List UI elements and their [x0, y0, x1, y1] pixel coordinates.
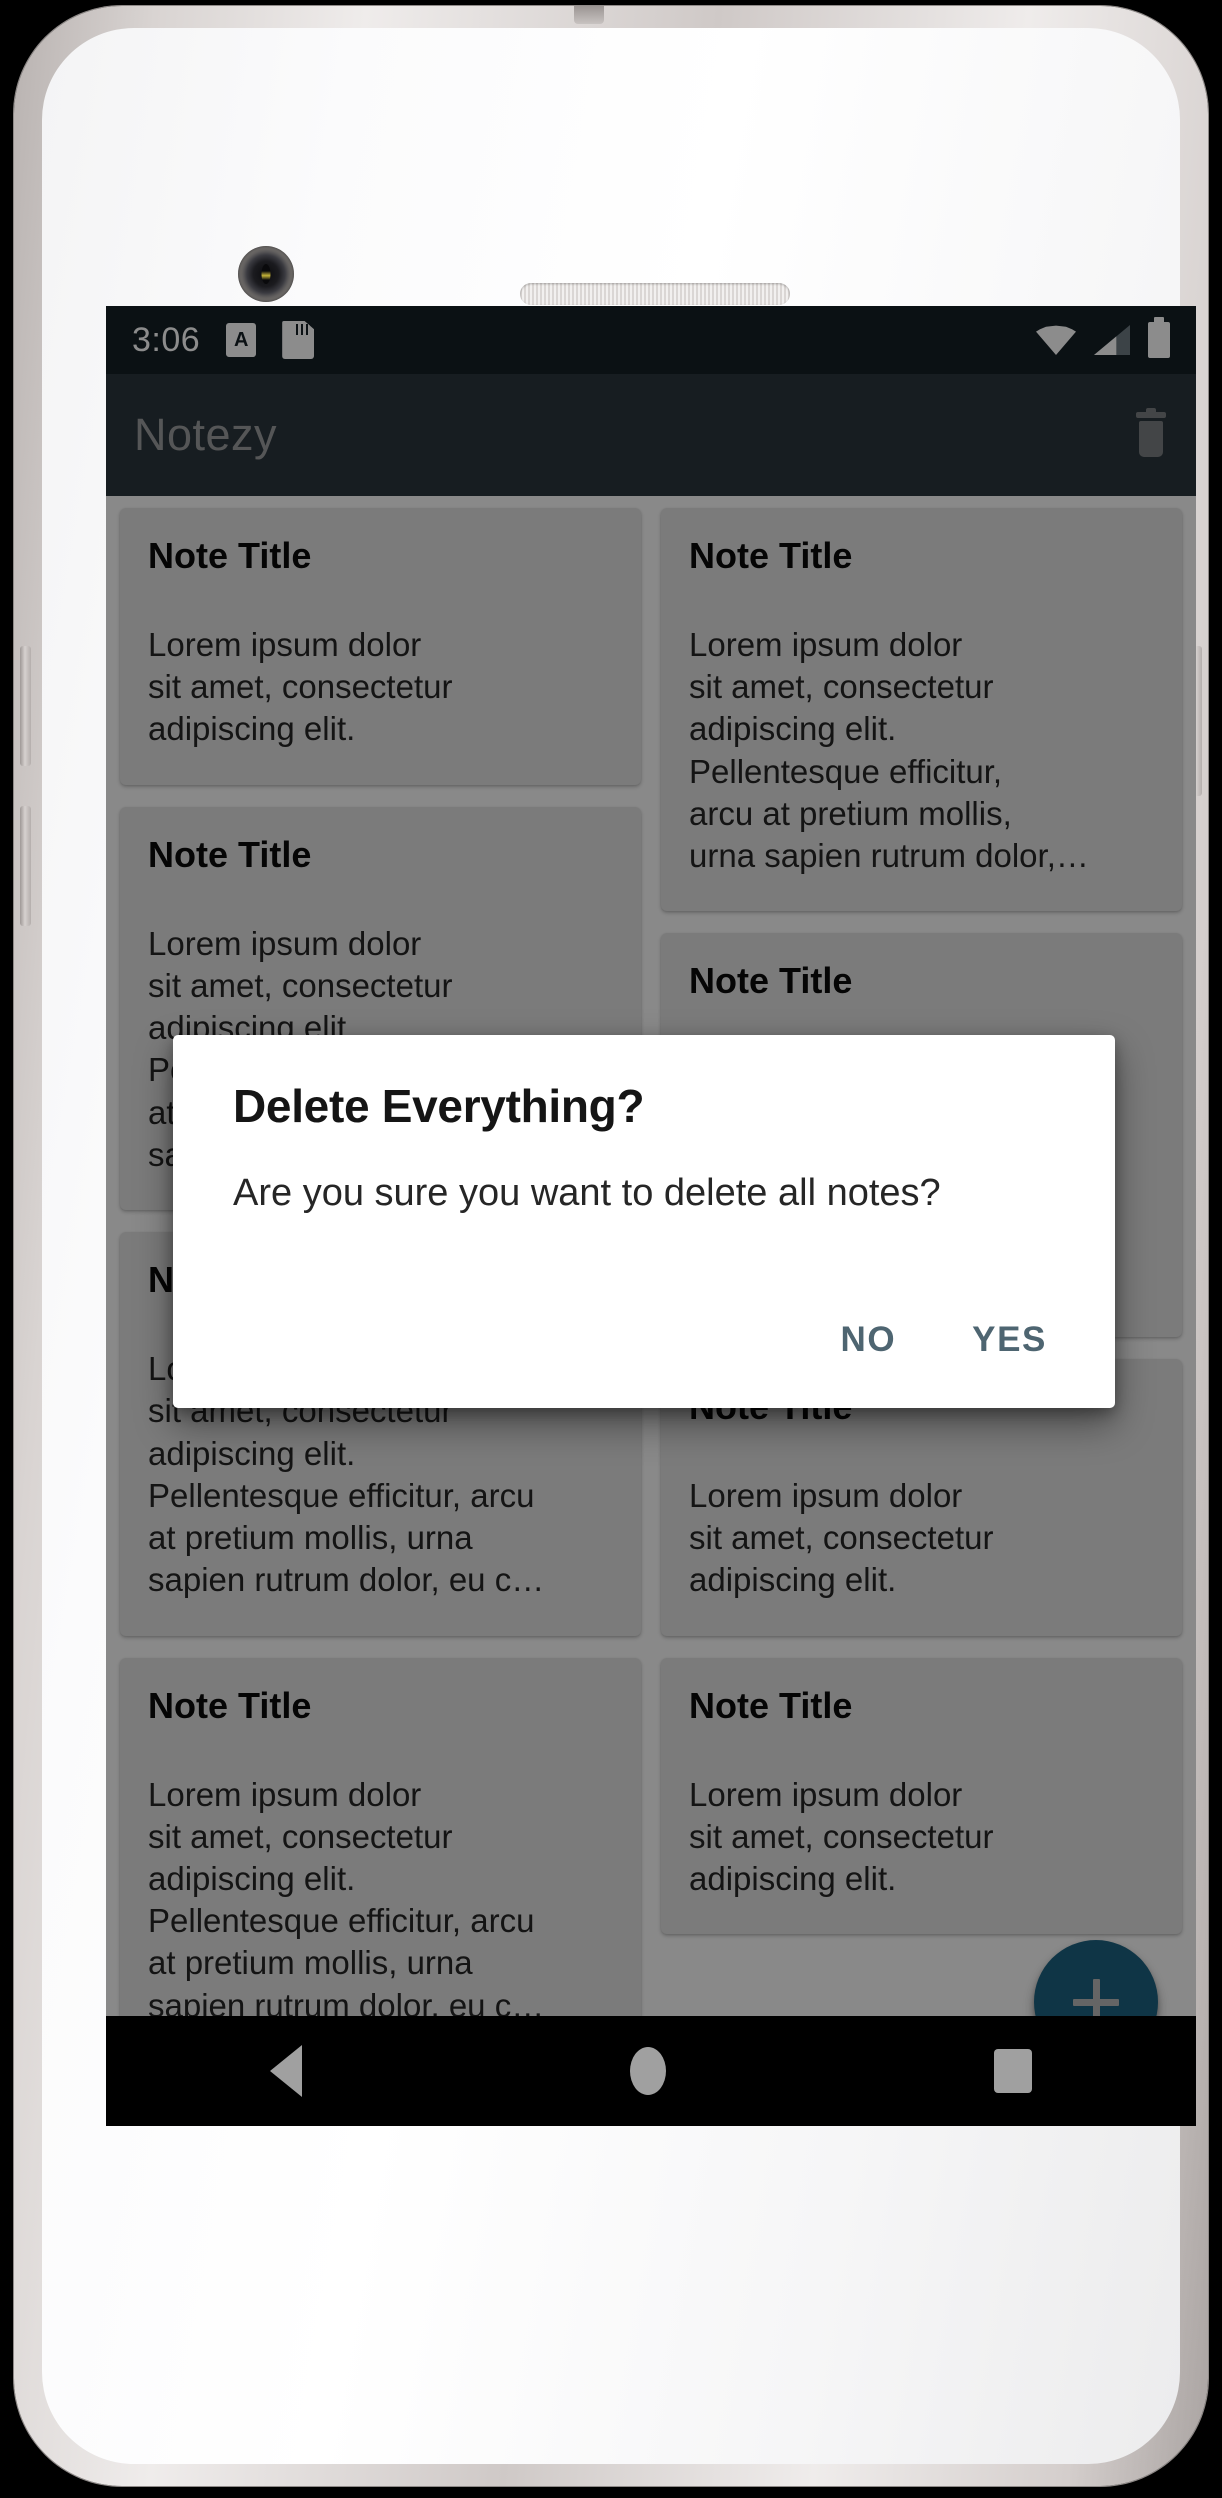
- dialog-no-button[interactable]: NO: [816, 1306, 920, 1374]
- screenshot-stage: 3:06 A Notezy Note Title Lorem ipsum dol…: [0, 0, 1222, 2498]
- phone-body: 3:06 A Notezy Note Title Lorem ipsum dol…: [42, 28, 1196, 2464]
- system-navigation-bar: [106, 2016, 1196, 2126]
- recents-square-icon[interactable]: [994, 2049, 1032, 2093]
- volume-down-button[interactable]: [20, 806, 31, 926]
- home-circle-icon[interactable]: [630, 2047, 666, 2095]
- volume-up-button[interactable]: [20, 646, 31, 766]
- dialog-title: Delete Everything?: [233, 1080, 645, 1132]
- back-triangle-icon[interactable]: [270, 2045, 302, 2097]
- phone-screen: 3:06 A Notezy Note Title Lorem ipsum dol…: [106, 306, 1196, 2126]
- earpiece-speaker: [520, 283, 790, 305]
- front-camera-icon: [238, 246, 294, 302]
- phone-bezel: 3:06 A Notezy Note Title Lorem ipsum dol…: [14, 6, 1208, 2486]
- phone-top-antenna-nub: [574, 6, 604, 24]
- dialog-message: Are you sure you want to delete all note…: [233, 1172, 941, 1214]
- delete-everything-dialog: Delete Everything? Are you sure you want…: [173, 1035, 1115, 1409]
- dialog-yes-button[interactable]: YES: [948, 1306, 1071, 1374]
- dialog-actions: NO YES: [173, 1218, 1115, 1382]
